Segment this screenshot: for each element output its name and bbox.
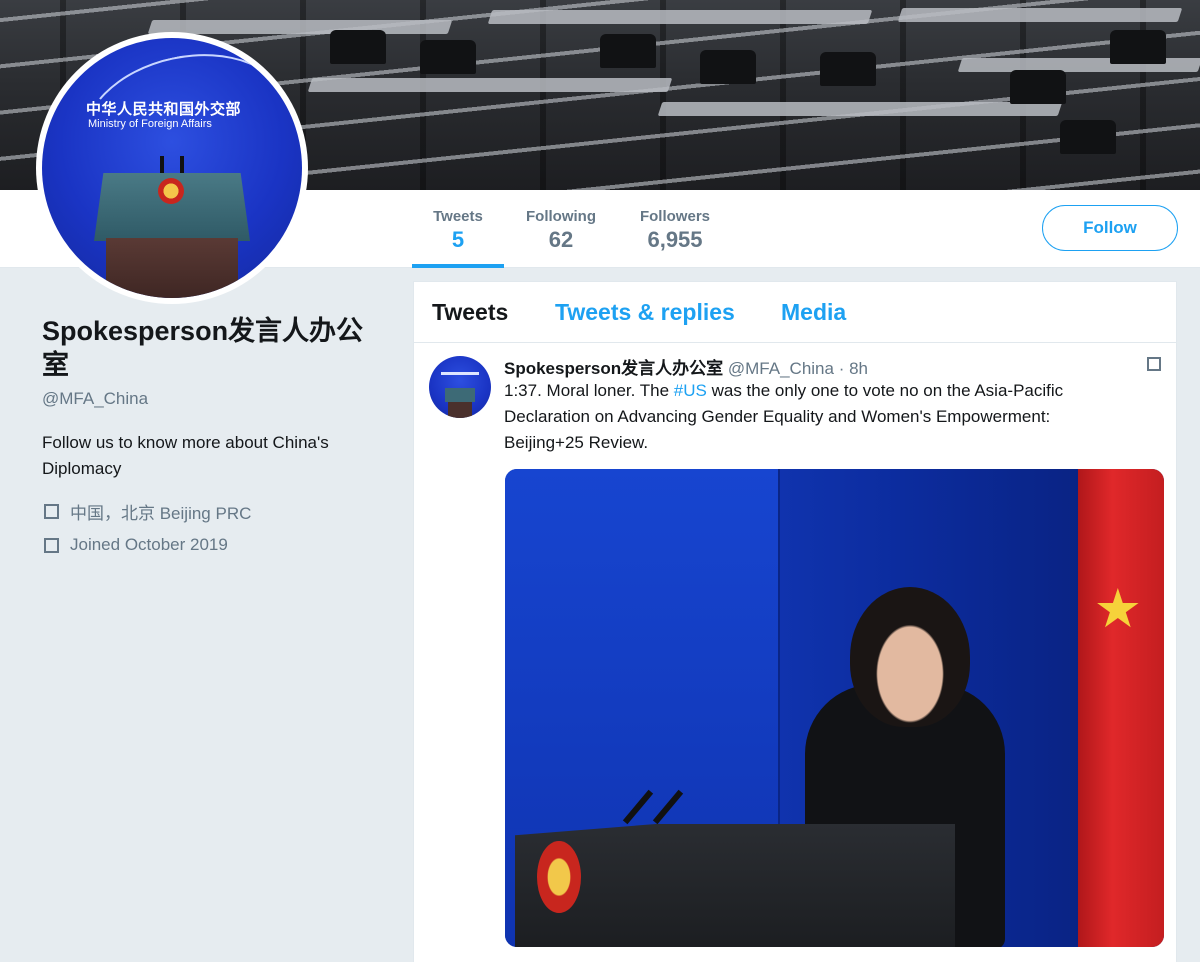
stat-value: 6,955	[647, 227, 703, 252]
tweet-author[interactable]: Spokesperson发言人办公室	[504, 359, 723, 378]
national-emblem-icon	[537, 841, 581, 913]
avatar-logo-text: 中华人民共和国外交部	[86, 101, 242, 118]
chevron-down-icon[interactable]	[1147, 357, 1161, 371]
profile-location: 中国，北京 Beijing PRC	[44, 499, 251, 524]
tweet-text-part: 1:37. Moral loner. The	[504, 381, 674, 400]
stat-label: Following	[526, 208, 596, 225]
tab-tweets[interactable]: Tweets	[432, 299, 508, 326]
profile-handle[interactable]: @MFA_China	[42, 389, 148, 409]
stat-value: 5	[451, 227, 465, 252]
star-icon: ★	[1093, 579, 1142, 639]
tweet-text: 1:37. Moral loner. The #US was the only …	[504, 378, 1134, 456]
tweet-handle-time[interactable]: @MFA_China · 8h	[728, 359, 868, 378]
hashtag-link[interactable]: #US	[674, 381, 707, 400]
profile-joined: Joined October 2019	[44, 535, 228, 555]
tweet-photo[interactable]: ★	[505, 469, 1164, 947]
location-text: 中国，北京 Beijing PRC	[70, 504, 252, 523]
calendar-icon	[44, 537, 59, 553]
stat-following[interactable]: Following 62	[516, 190, 606, 268]
national-emblem-icon	[158, 178, 184, 204]
timeline-card: Tweets Tweets & replies Media Spokespers…	[413, 281, 1177, 962]
avatar-logo-subtext: Ministry of Foreign Affairs	[88, 118, 212, 130]
tab-media[interactable]: Media	[781, 299, 846, 326]
stat-followers[interactable]: Followers 6,955	[628, 190, 722, 268]
stat-label: Tweets	[433, 208, 483, 225]
tab-tweets-replies[interactable]: Tweets & replies	[555, 299, 735, 326]
profile-name: Spokesperson发言人办公室	[42, 316, 364, 380]
joined-text: Joined October 2019	[70, 535, 228, 554]
follow-button[interactable]: Follow	[1042, 205, 1178, 251]
stat-value: 62	[548, 227, 574, 252]
stat-tweets[interactable]: Tweets 5	[412, 190, 504, 268]
flag-icon	[1078, 469, 1164, 947]
timeline-tabs: Tweets Tweets & replies Media	[414, 282, 1176, 343]
tweet-avatar[interactable]	[429, 356, 491, 418]
profile-bio: Follow us to know more about China's Dip…	[42, 433, 329, 478]
stat-label: Followers	[639, 208, 710, 225]
profile-avatar[interactable]: 中华人民共和国外交部 Ministry of Foreign Affairs	[36, 32, 308, 304]
tweet-header: Spokesperson发言人办公室 @MFA_China · 8h	[504, 354, 868, 379]
location-icon	[44, 504, 59, 519]
